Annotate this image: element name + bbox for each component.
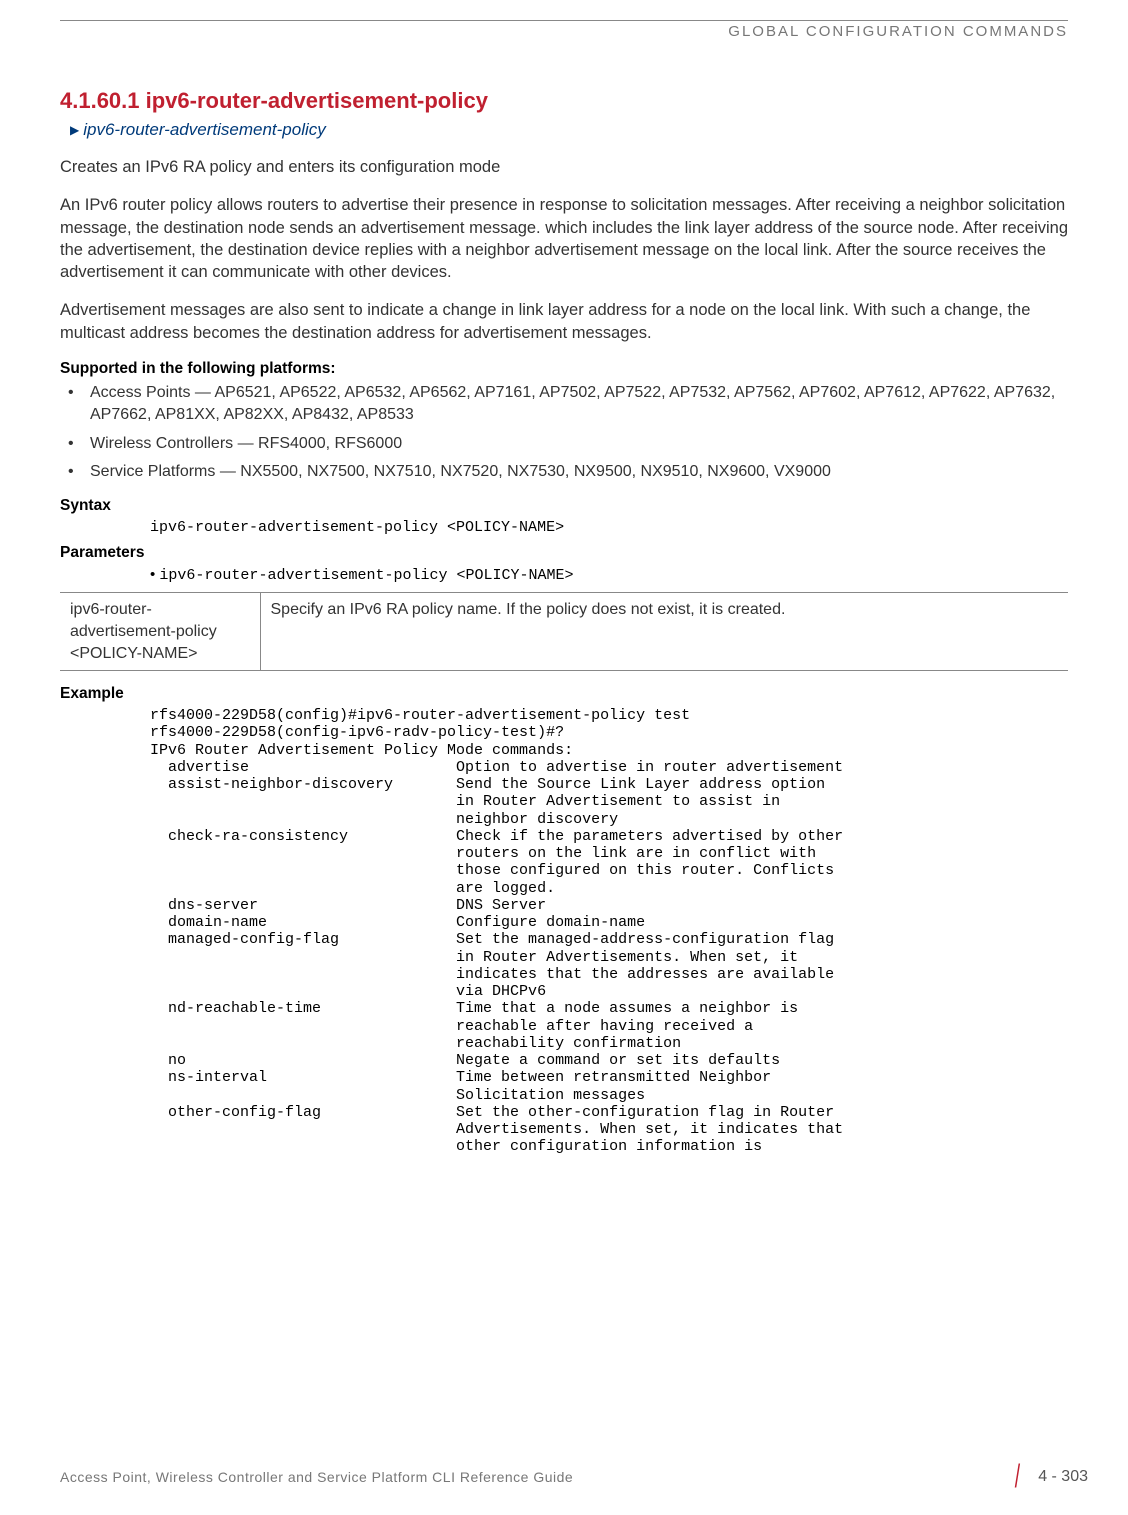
body-paragraph-2: Advertisement messages are also sent to …: [60, 299, 1068, 344]
slash-icon: /: [1015, 1458, 1020, 1495]
breadcrumb: ▶ ipv6-router-advertisement-policy: [60, 120, 1068, 140]
parameters-code-text: ipv6-router-advertisement-policy <POLICY…: [159, 567, 573, 584]
parameters-code: ipv6-router-advertisement-policy <POLICY…: [60, 566, 1068, 584]
arrow-right-icon: ▶: [70, 123, 79, 137]
footer-right: / 4 - 303: [1013, 1458, 1088, 1495]
param-desc-cell: Specify an IPv6 RA policy name. If the p…: [260, 593, 1068, 671]
list-item: Service Platforms — NX5500, NX7500, NX75…: [90, 461, 1068, 483]
header-label: GLOBAL CONFIGURATION COMMANDS: [60, 23, 1068, 40]
syntax-code: ipv6-router-advertisement-policy <POLICY…: [60, 519, 1068, 536]
example-code: rfs4000-229D58(config)#ipv6-router-adver…: [60, 707, 1068, 1156]
top-rule: [60, 20, 1068, 21]
example-heading: Example: [60, 685, 1068, 703]
section-title: 4.1.60.1 ipv6-router-advertisement-polic…: [60, 88, 1068, 114]
footer: Access Point, Wireless Controller and Se…: [0, 1458, 1128, 1495]
page-container: GLOBAL CONFIGURATION COMMANDS 4.1.60.1 i…: [0, 0, 1128, 1515]
list-item: Wireless Controllers — RFS4000, RFS6000: [90, 433, 1068, 455]
table-row: ipv6-router-advertisement-policy <POLICY…: [60, 593, 1068, 671]
parameters-heading: Parameters: [60, 544, 1068, 562]
page-number: 4 - 303: [1038, 1468, 1088, 1486]
syntax-heading: Syntax: [60, 497, 1068, 515]
platform-list: Access Points — AP6521, AP6522, AP6532, …: [60, 382, 1068, 484]
breadcrumb-text: ipv6-router-advertisement-policy: [83, 120, 326, 140]
supported-heading: Supported in the following platforms:: [60, 360, 1068, 378]
param-name-cell: ipv6-router-advertisement-policy <POLICY…: [60, 593, 260, 671]
list-item: Access Points — AP6521, AP6522, AP6532, …: [90, 382, 1068, 427]
intro-paragraph: Creates an IPv6 RA policy and enters its…: [60, 156, 1068, 178]
body-paragraph-1: An IPv6 router policy allows routers to …: [60, 194, 1068, 283]
footer-guide-title: Access Point, Wireless Controller and Se…: [60, 1469, 573, 1485]
parameter-table: ipv6-router-advertisement-policy <POLICY…: [60, 592, 1068, 671]
